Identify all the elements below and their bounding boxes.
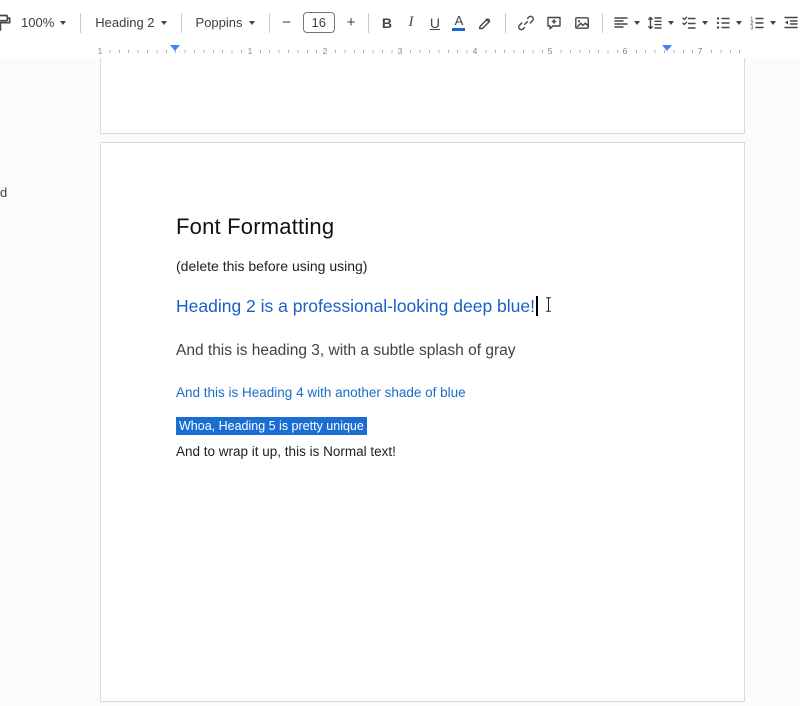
ruler-number: 5	[544, 45, 556, 57]
page-previous[interactable]	[100, 58, 745, 134]
zoom-value: 100%	[21, 15, 55, 30]
ruler-number: 1	[94, 45, 106, 57]
doc-title[interactable]: Font Formatting	[176, 213, 334, 242]
font-value: Poppins	[195, 15, 243, 30]
bulleted-list-icon	[716, 16, 730, 29]
checklist-button[interactable]	[678, 9, 710, 37]
image-icon	[575, 16, 589, 29]
doc-heading5-line[interactable]: Whoa, Heading 5 is pretty unique	[176, 417, 367, 435]
highlight-color-button[interactable]	[472, 9, 498, 37]
align-left-icon	[614, 16, 628, 28]
separator	[180, 12, 182, 33]
separator	[268, 12, 270, 33]
increase-font-size-button[interactable]: +	[341, 9, 361, 37]
font-select[interactable]: Poppins	[189, 9, 262, 37]
separator	[601, 12, 603, 33]
chevron-down-icon	[701, 20, 708, 25]
italic-button[interactable]: I	[400, 9, 422, 37]
chevron-down-icon	[60, 20, 67, 25]
zoom-select[interactable]: 100%	[14, 9, 73, 37]
add-comment-button[interactable]	[541, 9, 567, 37]
chevron-down-icon	[160, 20, 167, 25]
chevron-down-icon	[633, 20, 640, 25]
ruler-number: 1	[244, 45, 256, 57]
decrease-indent-icon	[784, 16, 798, 28]
chevron-down-icon	[248, 20, 255, 25]
paint-format-button[interactable]	[0, 9, 12, 37]
ruler-ticks	[100, 50, 745, 53]
doc-heading3-line[interactable]: And this is heading 3, with a subtle spl…	[176, 341, 515, 361]
decrease-indent-button[interactable]	[780, 9, 800, 37]
underline-button[interactable]: U	[424, 9, 446, 37]
insert-link-button[interactable]	[513, 9, 539, 37]
checklist-icon	[682, 16, 696, 29]
font-size-input[interactable]: 16	[302, 12, 335, 33]
styles-select[interactable]: Heading 2	[88, 9, 173, 37]
page-current[interactable]: Font Formatting (delete this before usin…	[100, 142, 745, 702]
separator	[80, 12, 82, 33]
line-spacing-icon	[648, 16, 662, 29]
ruler-number: 7	[694, 45, 706, 57]
decrease-font-size-button[interactable]: −	[277, 9, 297, 37]
line-spacing-button[interactable]	[644, 9, 676, 37]
ibeam-cursor-icon	[544, 296, 553, 319]
doc-normal-line[interactable]: And to wrap it up, this is Normal text!	[176, 443, 396, 461]
insert-image-button[interactable]	[569, 9, 595, 37]
doc-note-line[interactable]: (delete this before using using)	[176, 257, 367, 275]
ruler-number: 2	[319, 45, 331, 57]
text-caret	[536, 296, 538, 316]
clipped-sidebar-text: d	[0, 185, 8, 200]
bold-button[interactable]: B	[376, 9, 398, 37]
highlighter-icon	[478, 18, 491, 29]
ruler[interactable]: 1 1 2 3 4 5 6 7	[0, 45, 800, 58]
chevron-down-icon	[735, 20, 742, 25]
ruler-number: 6	[619, 45, 631, 57]
document-canvas: d Font Formatting (delete this before us…	[0, 58, 800, 706]
link-icon	[518, 15, 534, 30]
right-indent-marker[interactable]	[662, 45, 672, 51]
numbered-list-button[interactable]: 1 2 3	[746, 9, 778, 37]
comment-icon	[547, 16, 561, 29]
underline-label: U	[429, 14, 441, 31]
numbered-list-icon: 1 2 3	[750, 16, 764, 31]
toolbar: 100% Heading 2 Poppins − 16 + B I U A 1 …	[0, 0, 800, 45]
selected-text[interactable]: Whoa, Heading 5 is pretty unique	[176, 417, 367, 435]
bulleted-list-button[interactable]	[712, 9, 744, 37]
heading2-text: Heading 2 is a professional-looking deep…	[176, 296, 535, 316]
text-color-swatch	[452, 28, 466, 31]
separator	[367, 12, 369, 33]
chevron-down-icon	[667, 20, 674, 25]
left-indent-marker[interactable]	[170, 45, 180, 51]
text-color-button[interactable]: A	[448, 9, 470, 37]
svg-text:3: 3	[750, 25, 753, 31]
paint-roller-icon	[0, 14, 11, 31]
ruler-number: 4	[469, 45, 481, 57]
doc-heading4-line[interactable]: And this is Heading 4 with another shade…	[176, 384, 466, 402]
text-color-label: A	[454, 13, 464, 28]
chevron-down-icon	[769, 20, 776, 25]
doc-heading2-line[interactable]: Heading 2 is a professional-looking deep…	[176, 295, 553, 319]
separator	[504, 12, 506, 33]
align-button[interactable]	[610, 9, 642, 37]
ruler-number: 3	[394, 45, 406, 57]
style-value: Heading 2	[95, 15, 155, 30]
